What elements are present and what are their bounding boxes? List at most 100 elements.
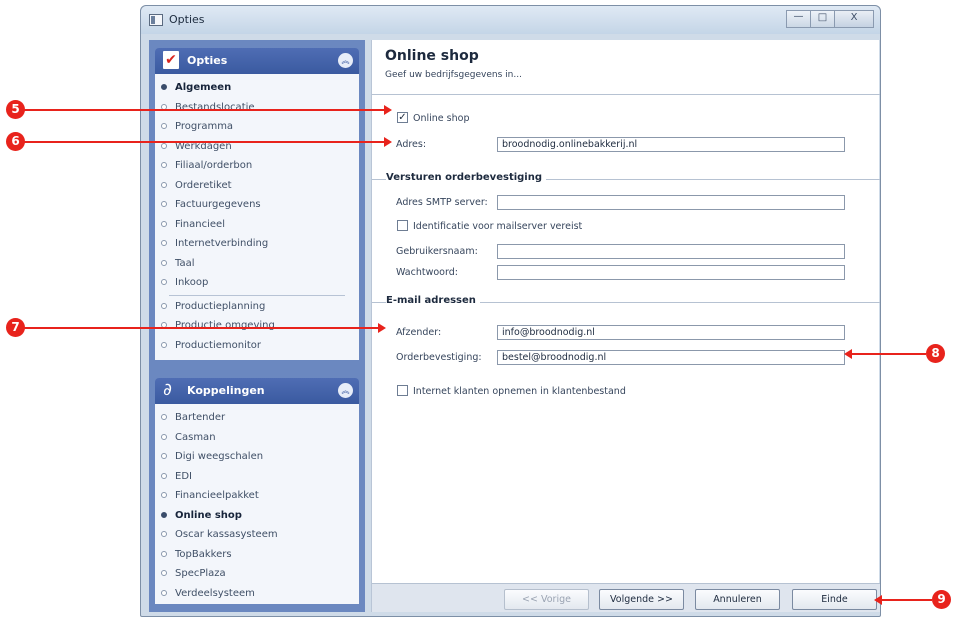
options-window: Opties — □ X ✔ Opties ︽ Algemeen Bestands…: [140, 5, 881, 617]
sidebar-item[interactable]: Financieelpakket: [155, 486, 359, 505]
minimize-button[interactable]: —: [786, 10, 811, 28]
sidebar-item-label: Inkoop: [175, 277, 209, 288]
online-shop-checkbox-label: Online shop: [413, 113, 470, 124]
sidebar-item[interactable]: Bartender: [155, 408, 359, 427]
sidebar-item-label: Orderetiket: [175, 179, 232, 191]
maximize-icon: □: [817, 12, 828, 23]
identificatie-checkbox[interactable]: [397, 220, 408, 231]
radio-bullet-icon: [161, 123, 167, 129]
sidebar-item[interactable]: Financieel: [155, 215, 359, 234]
cancel-button[interactable]: Annuleren: [695, 589, 780, 610]
adres-label: Adres:: [396, 139, 427, 150]
wachtwoord-field[interactable]: [497, 265, 845, 280]
sidebar-item[interactable]: Internetverbinding: [155, 234, 359, 253]
sidebar-item[interactable]: Programma: [155, 117, 359, 136]
gebruikersnaam-field[interactable]: [497, 244, 845, 259]
radio-bullet-icon: [161, 279, 167, 285]
smtp-label: Adres SMTP server:: [396, 197, 488, 208]
callout-7: 7: [6, 318, 25, 337]
identificatie-checkbox-label: Identificatie voor mailserver vereist: [413, 221, 583, 232]
sidebar-item[interactable]: Orderetiket: [155, 176, 359, 195]
orderbevestiging-field[interactable]: bestel@broodnodig.nl: [497, 350, 845, 365]
main-pane: Online shop Geef uw bedrijfsgegevens in.…: [371, 40, 880, 612]
close-button[interactable]: X: [834, 10, 874, 28]
koppelingen-group-title: Koppelingen: [187, 384, 265, 397]
sidebar-item[interactable]: EDI: [155, 467, 359, 486]
finish-button[interactable]: Einde: [792, 589, 877, 610]
screenshot-stage: Opties — □ X ✔ Opties ︽ Algemeen Bestands…: [0, 0, 955, 619]
wizard-footer: << Vorige Volgende >> Annuleren Einde: [372, 583, 880, 612]
sidebar-item[interactable]: Casman: [155, 428, 359, 447]
sidebar-item[interactable]: Filiaal/orderbon: [155, 156, 359, 175]
radio-bullet-icon: [161, 433, 167, 440]
sidebar-item[interactable]: Productie omgeving: [155, 316, 359, 335]
sidebar-item-label: SpecPlaza: [175, 568, 226, 579]
collapse-koppelingen-icon[interactable]: ︽: [338, 383, 353, 398]
radio-bullet-icon: [161, 84, 167, 90]
sidebar-item-label: Online shop: [175, 509, 242, 521]
sidebar-item-label: Oscar kassasysteem: [175, 529, 278, 540]
sidebar-item-label: Bartender: [175, 412, 226, 423]
callout-8-arrow: [844, 349, 926, 359]
radio-bullet-icon: [161, 414, 167, 420]
wachtwoord-label: Wachtwoord:: [396, 267, 458, 278]
radio-bullet-icon: [161, 492, 167, 498]
sidebar-item[interactable]: Bestandslocatie: [155, 98, 359, 117]
radio-bullet-icon: [161, 341, 167, 348]
internet-klanten-checkbox[interactable]: [397, 385, 408, 396]
sidebar-item[interactable]: Taal: [155, 254, 359, 273]
maximize-button[interactable]: □: [810, 10, 835, 28]
checklist-icon: ✔: [163, 51, 179, 69]
sidebar-item[interactable]: SpecPlaza: [155, 564, 359, 583]
callout-5: 5: [6, 100, 25, 119]
callout-6: 6: [6, 132, 25, 151]
sidebar-item[interactable]: Factuurgegevens: [155, 195, 359, 214]
afzender-label: Afzender:: [396, 327, 442, 338]
sidebar-item-label: Filiaal/orderbon: [175, 160, 253, 171]
previous-button[interactable]: << Vorige: [504, 589, 589, 610]
sidebar-item[interactable]: Digi weegschalen: [155, 447, 359, 466]
sidebar-item[interactable]: Productieplanning: [155, 297, 359, 316]
opties-group-header[interactable]: ✔ Opties ︽: [155, 48, 359, 74]
close-icon: X: [850, 12, 858, 23]
sidebar-item[interactable]: Inkoop: [155, 273, 359, 292]
sidebar-item[interactable]: Verdeelsysteem: [155, 584, 359, 603]
radio-bullet-icon: [161, 142, 167, 149]
sidebar-item[interactable]: TopBakkers: [155, 545, 359, 564]
smtp-field[interactable]: [497, 195, 845, 210]
gebruikersnaam-label: Gebruikersnaam:: [396, 246, 478, 257]
sidebar-item[interactable]: Algemeen: [155, 78, 359, 97]
next-button[interactable]: Volgende >>: [599, 589, 684, 610]
callout-5-arrow: [24, 105, 392, 115]
callout-7-arrow: [24, 323, 386, 333]
radio-bullet-icon: [161, 550, 167, 557]
sidebar-item[interactable]: Productiemonitor: [155, 336, 359, 355]
sidebar-item[interactable]: Oscar kassasysteem: [155, 525, 359, 544]
page-subtitle: Geef uw bedrijfsgegevens in...: [385, 70, 522, 80]
sidebar-item-label: EDI: [175, 470, 192, 482]
radio-bullet-icon: [161, 589, 167, 596]
callout-8: 8: [926, 344, 945, 363]
sidebar-item[interactable]: Werkdagen: [155, 137, 359, 156]
sidebar-item-label: Casman: [175, 431, 216, 443]
sidebar-item-label: TopBakkers: [175, 548, 232, 560]
app-icon: [149, 14, 163, 26]
koppelingen-group-header[interactable]: ∂ Koppelingen ︽: [155, 378, 359, 404]
sidebar: ✔ Opties ︽ Algemeen Bestandslocatie Progra…: [149, 40, 365, 612]
sidebar-item-label: Taal: [175, 257, 195, 269]
sidebar-item-label: Productieplanning: [175, 300, 266, 312]
opties-group-list: Algemeen Bestandslocatie Programma Werkdage…: [155, 74, 359, 360]
sidebar-item-label: Productiemonitor: [175, 339, 262, 351]
sidebar-item-label: Financieelpakket: [175, 490, 259, 501]
afzender-field[interactable]: info@broodnodig.nl: [497, 325, 845, 340]
section-title-orderbevestiging: Versturen orderbevestiging: [386, 172, 547, 183]
link-icon: ∂: [163, 380, 172, 400]
radio-bullet-icon: [161, 302, 167, 309]
header-divider: [372, 94, 880, 95]
collapse-opties-icon[interactable]: ︽: [338, 53, 353, 68]
sidebar-item-label: Verdeelsysteem: [175, 587, 255, 599]
online-shop-checkbox[interactable]: ✓: [397, 112, 408, 123]
adres-field[interactable]: broodnodig.onlinebakkerij.nl: [497, 137, 845, 152]
sidebar-item[interactable]: Online shop: [155, 506, 359, 525]
callout-9-arrow: [874, 595, 932, 605]
